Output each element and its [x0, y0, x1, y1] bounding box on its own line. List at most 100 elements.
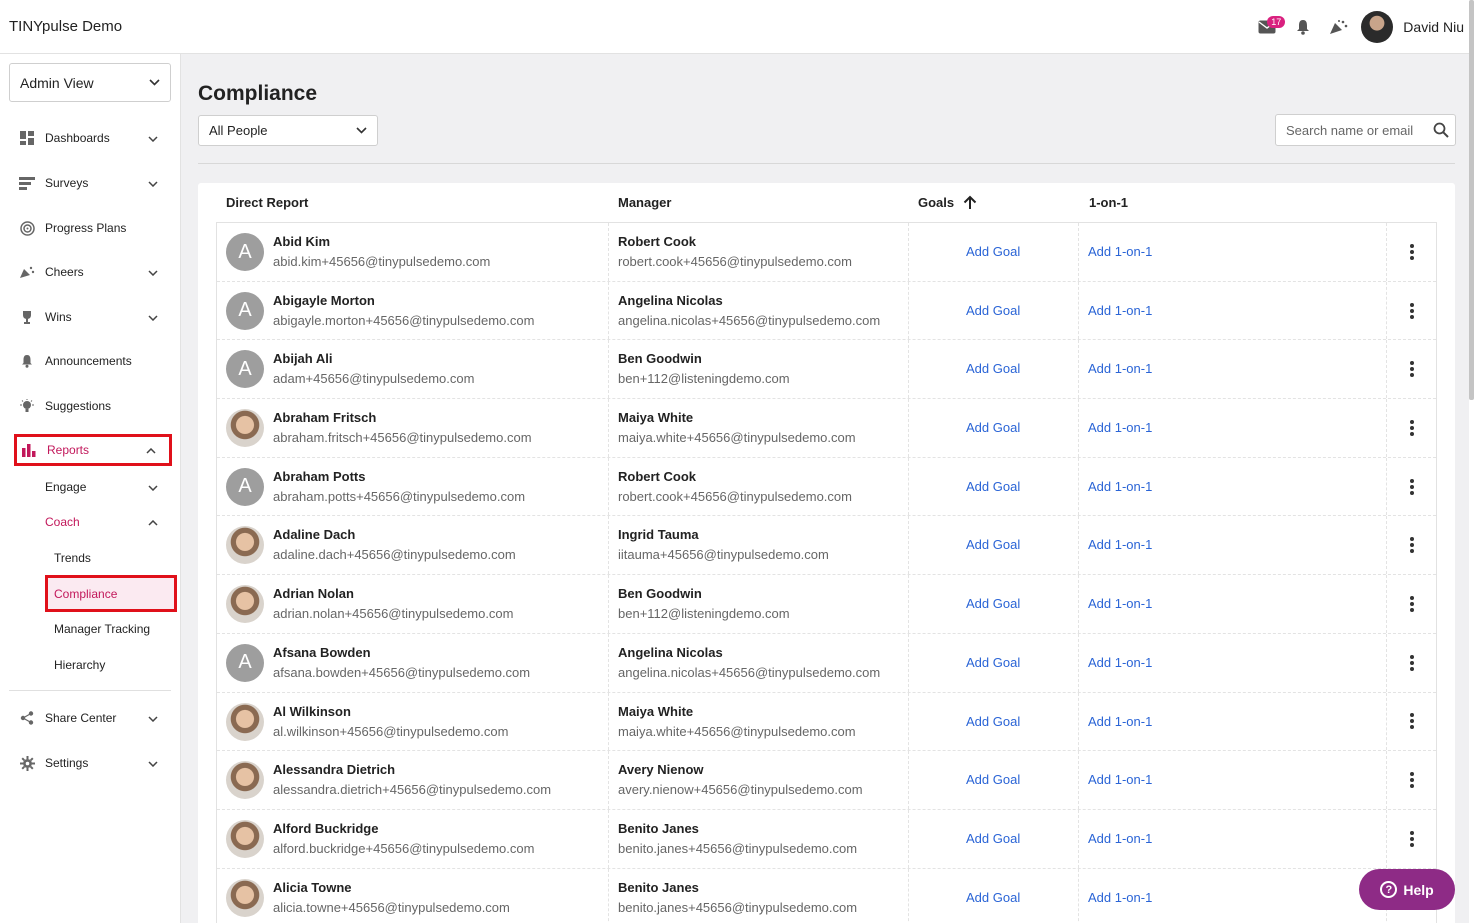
sidebar-subitem-coach[interactable]: Coach	[45, 515, 171, 529]
search-icon[interactable]	[1433, 122, 1449, 138]
direct-report-name[interactable]: Alford Buckridge	[273, 821, 378, 836]
sidebar-item-reports[interactable]: Reports	[14, 434, 172, 466]
add-one-on-one-link[interactable]: Add 1-on-1	[1088, 831, 1152, 846]
avatar[interactable]: A	[226, 643, 264, 682]
manager-name[interactable]: Maiya White	[618, 410, 693, 425]
sidebar-subitem-hierarchy[interactable]: Hierarchy	[54, 658, 105, 672]
row-menu-button[interactable]	[1387, 693, 1437, 751]
add-one-on-one-link[interactable]: Add 1-on-1	[1088, 890, 1152, 905]
add-one-on-one-link[interactable]: Add 1-on-1	[1088, 655, 1152, 670]
row-menu-button[interactable]	[1387, 282, 1437, 340]
notifications-button[interactable]	[1285, 10, 1321, 44]
row-menu-button[interactable]	[1387, 223, 1437, 281]
user-avatar[interactable]	[1361, 11, 1394, 43]
row-menu-button[interactable]	[1387, 634, 1437, 692]
row-menu-button[interactable]	[1387, 340, 1437, 398]
add-goal-link[interactable]: Add Goal	[966, 831, 1020, 846]
add-one-on-one-link[interactable]: Add 1-on-1	[1088, 537, 1152, 552]
cheers-button[interactable]	[1321, 10, 1357, 44]
sidebar-item-progress-plans[interactable]: Progress Plans	[9, 213, 171, 243]
direct-report-name[interactable]: Afsana Bowden	[273, 645, 371, 660]
add-goal-link[interactable]: Add Goal	[966, 303, 1020, 318]
avatar[interactable]: A	[226, 467, 264, 506]
avatar[interactable]	[226, 585, 264, 624]
manager-name[interactable]: Angelina Nicolas	[618, 645, 723, 660]
people-filter-select[interactable]: All People	[198, 115, 378, 146]
add-goal-link[interactable]: Add Goal	[966, 361, 1020, 376]
row-menu-button[interactable]	[1387, 810, 1437, 868]
direct-report-name[interactable]: Al Wilkinson	[273, 704, 351, 719]
avatar[interactable]	[226, 702, 264, 741]
sidebar-subitem-manager-tracking[interactable]: Manager Tracking	[54, 622, 150, 636]
column-header-goals[interactable]: Goals	[918, 195, 977, 210]
sidebar-subitem-compliance[interactable]: Compliance	[45, 575, 177, 612]
add-goal-link[interactable]: Add Goal	[966, 479, 1020, 494]
manager-name[interactable]: Avery Nienow	[618, 762, 704, 777]
row-menu-button[interactable]	[1387, 575, 1437, 633]
row-menu-button[interactable]	[1387, 458, 1437, 516]
direct-report-name[interactable]: Adaline Dach	[273, 527, 355, 542]
add-one-on-one-link[interactable]: Add 1-on-1	[1088, 361, 1152, 376]
avatar[interactable]: A	[226, 291, 264, 330]
sidebar-item-suggestions[interactable]: Suggestions	[9, 391, 171, 421]
sidebar-item-cheers[interactable]: Cheers	[9, 257, 171, 287]
add-goal-link[interactable]: Add Goal	[966, 655, 1020, 670]
add-goal-link[interactable]: Add Goal	[966, 244, 1020, 259]
page-scrollbar[interactable]	[1469, 0, 1474, 400]
avatar[interactable]	[226, 526, 264, 565]
avatar[interactable]	[226, 878, 264, 917]
direct-report-name[interactable]: Abigayle Morton	[273, 293, 375, 308]
add-goal-link[interactable]: Add Goal	[966, 596, 1020, 611]
add-one-on-one-link[interactable]: Add 1-on-1	[1088, 596, 1152, 611]
direct-report-name[interactable]: Abid Kim	[273, 234, 330, 249]
add-goal-link[interactable]: Add Goal	[966, 772, 1020, 787]
add-one-on-one-link[interactable]: Add 1-on-1	[1088, 714, 1152, 729]
direct-report-name[interactable]: Abraham Fritsch	[273, 410, 376, 425]
sidebar-item-settings[interactable]: Settings	[9, 748, 171, 778]
manager-name[interactable]: Ben Goodwin	[618, 586, 702, 601]
add-one-on-one-link[interactable]: Add 1-on-1	[1088, 244, 1152, 259]
manager-name[interactable]: Benito Janes	[618, 880, 699, 895]
manager-name[interactable]: Ben Goodwin	[618, 351, 702, 366]
avatar[interactable]	[226, 761, 264, 800]
avatar[interactable]: A	[226, 233, 264, 271]
direct-report-name[interactable]: Abijah Ali	[273, 351, 332, 366]
help-button[interactable]: ? Help	[1359, 869, 1455, 910]
add-goal-link[interactable]: Add Goal	[966, 890, 1020, 905]
row-menu-button[interactable]	[1387, 516, 1437, 574]
add-one-on-one-link[interactable]: Add 1-on-1	[1088, 303, 1152, 318]
direct-report-name[interactable]: Alicia Towne	[273, 880, 352, 895]
avatar[interactable]	[226, 819, 264, 858]
direct-report-name[interactable]: Adrian Nolan	[273, 586, 354, 601]
manager-name[interactable]: Robert Cook	[618, 234, 696, 249]
add-goal-link[interactable]: Add Goal	[966, 537, 1020, 552]
sidebar-item-wins[interactable]: Wins	[9, 302, 171, 332]
manager-name[interactable]: Benito Janes	[618, 821, 699, 836]
add-one-on-one-link[interactable]: Add 1-on-1	[1088, 772, 1152, 787]
avatar[interactable]	[226, 409, 264, 448]
manager-name[interactable]: Ingrid Tauma	[618, 527, 699, 542]
sidebar-item-dashboards[interactable]: Dashboards	[9, 123, 171, 153]
sidebar-item-announcements[interactable]: Announcements	[9, 346, 171, 376]
direct-report-name[interactable]: Alessandra Dietrich	[273, 762, 395, 777]
row-menu-button[interactable]	[1387, 399, 1437, 457]
manager-name[interactable]: Maiya White	[618, 704, 693, 719]
sidebar-item-share-center[interactable]: Share Center	[9, 703, 171, 733]
column-header-manager[interactable]: Manager	[618, 195, 671, 210]
user-name[interactable]: David Niu	[1403, 19, 1464, 35]
sidebar-item-surveys[interactable]: Surveys	[9, 168, 171, 198]
add-one-on-one-link[interactable]: Add 1-on-1	[1088, 420, 1152, 435]
sidebar-subitem-trends[interactable]: Trends	[54, 551, 91, 565]
add-goal-link[interactable]: Add Goal	[966, 420, 1020, 435]
column-header-direct-report[interactable]: Direct Report	[226, 195, 308, 210]
add-one-on-one-link[interactable]: Add 1-on-1	[1088, 479, 1152, 494]
avatar[interactable]: A	[226, 350, 264, 389]
column-header-one-on-one[interactable]: 1-on-1	[1089, 195, 1128, 210]
direct-report-name[interactable]: Abraham Potts	[273, 469, 365, 484]
manager-name[interactable]: Angelina Nicolas	[618, 293, 723, 308]
sidebar-subitem-engage[interactable]: Engage	[45, 480, 171, 494]
add-goal-link[interactable]: Add Goal	[966, 714, 1020, 729]
mail-button[interactable]: 17	[1249, 10, 1286, 44]
view-select[interactable]: Admin View	[9, 63, 171, 102]
search-input[interactable]: Search name or email	[1275, 114, 1456, 146]
